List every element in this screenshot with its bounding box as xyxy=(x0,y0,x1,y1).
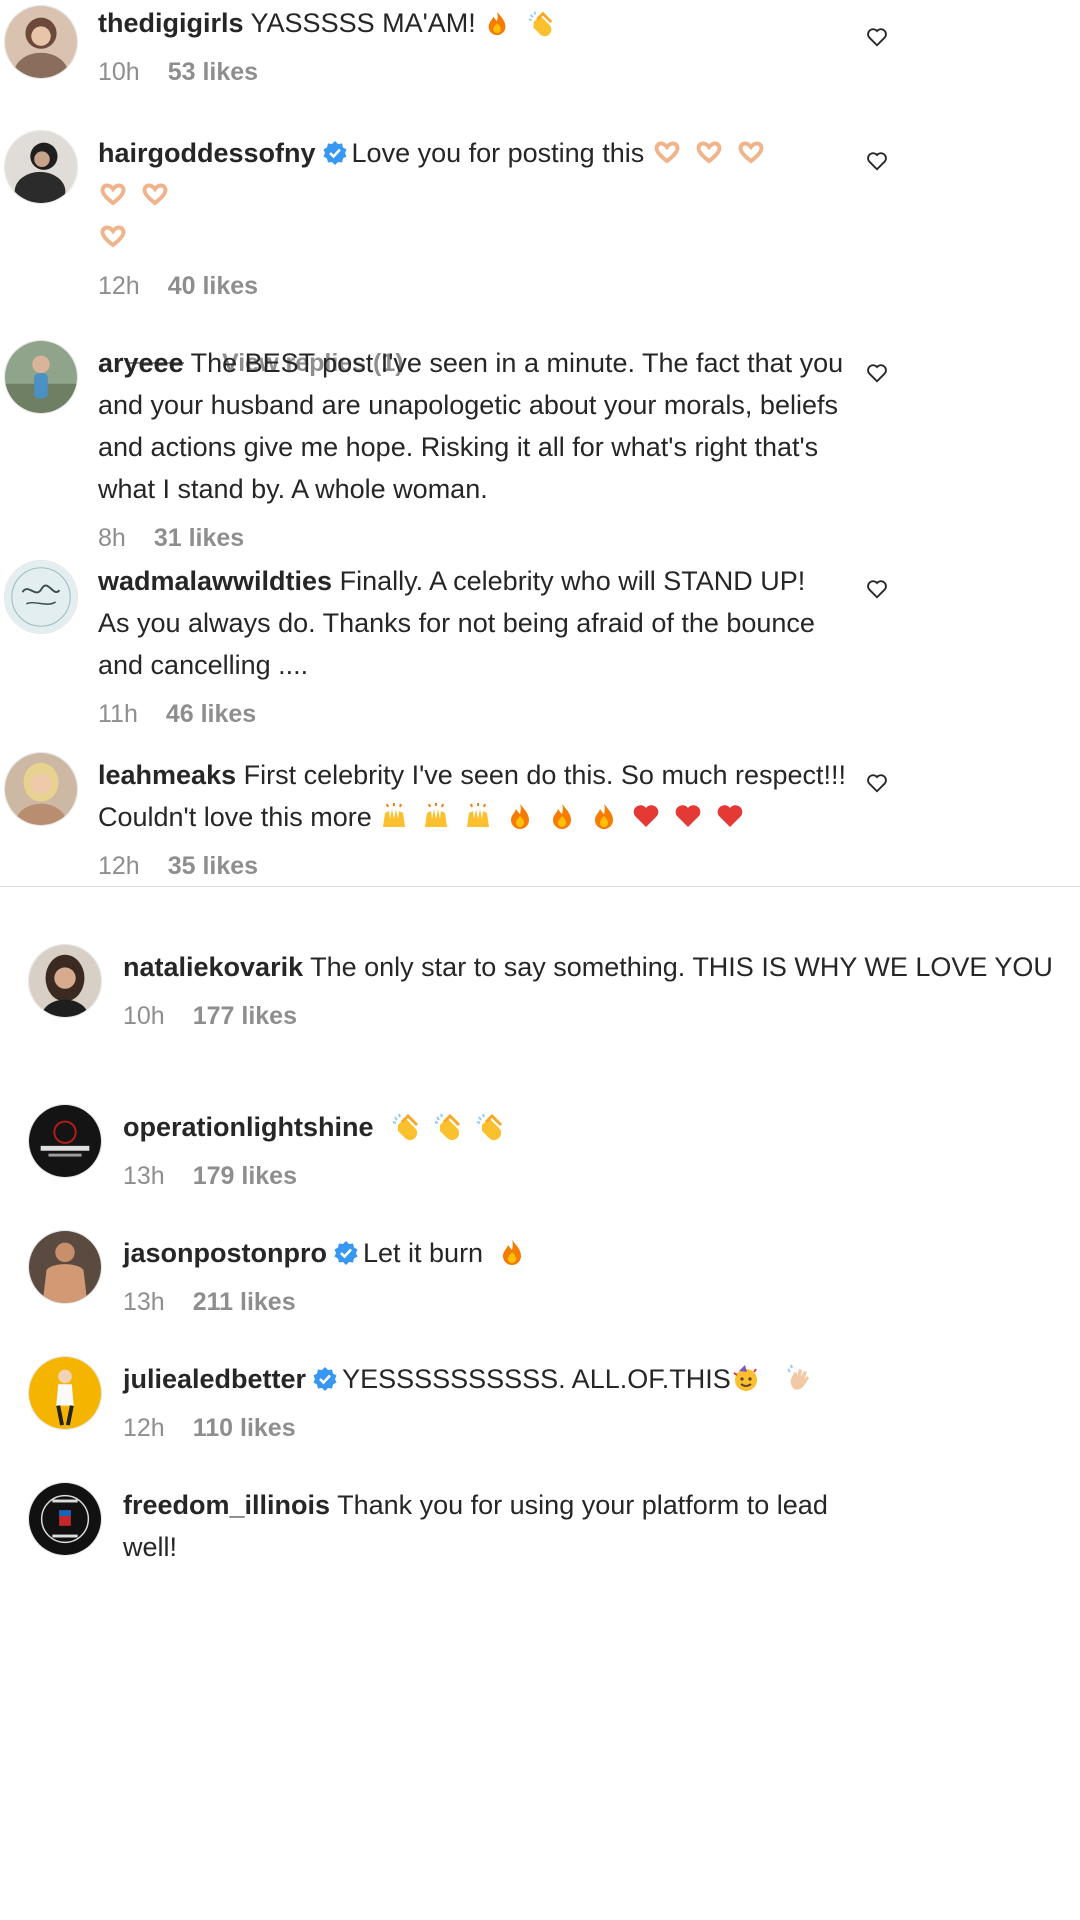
comment-time: 10h xyxy=(98,58,140,86)
clap-icon xyxy=(527,7,555,37)
avatar[interactable] xyxy=(4,340,78,414)
red-heart-icon xyxy=(631,801,661,831)
section-divider xyxy=(0,886,1080,887)
username[interactable]: leahmeaks xyxy=(98,760,236,790)
like-heart-icon[interactable] xyxy=(866,150,888,172)
avatar[interactable] xyxy=(4,752,78,826)
comment-time: 12h xyxy=(98,852,140,880)
fire-icon xyxy=(497,1237,527,1267)
likes-count[interactable]: 110 likes xyxy=(193,1414,296,1442)
comment-text: The only star to say something. THIS IS … xyxy=(310,952,1053,982)
raised-hands-icon xyxy=(463,801,493,831)
avatar[interactable] xyxy=(4,130,78,204)
comment-text: Love you for posting this xyxy=(351,138,645,168)
heart-hands-icon xyxy=(140,179,170,209)
raised-hands-icon xyxy=(421,801,451,831)
heart-hands-icon xyxy=(652,137,682,167)
comment-text: YASSSSS MA'AM! xyxy=(250,8,476,38)
username[interactable]: nataliekovarik xyxy=(123,952,303,982)
comment-text: The BEST post I've seen in a minute. The… xyxy=(98,348,844,504)
avatar[interactable] xyxy=(28,1230,102,1304)
heart-hands-icon xyxy=(694,137,724,167)
heart-hands-icon xyxy=(98,179,128,209)
comment-text: Let it burn xyxy=(363,1238,484,1268)
avatar[interactable] xyxy=(28,1356,102,1430)
fire-icon xyxy=(483,7,511,36)
username[interactable]: wadmalawwildties xyxy=(98,566,332,596)
avatar[interactable] xyxy=(4,560,78,634)
like-heart-icon[interactable] xyxy=(866,362,888,384)
likes-count[interactable]: 177 likes xyxy=(193,1002,297,1030)
verified-badge-icon xyxy=(312,1362,338,1391)
fire-icon xyxy=(589,801,619,831)
avatar[interactable] xyxy=(28,944,102,1018)
comment-time: 11h xyxy=(98,700,138,728)
like-heart-icon[interactable] xyxy=(866,26,888,48)
comment-time: 10h xyxy=(123,1002,165,1030)
heart-hands-icon xyxy=(98,221,128,251)
likes-count[interactable]: 53 likes xyxy=(168,58,258,86)
clap-icon xyxy=(391,1111,421,1141)
verified-badge-icon xyxy=(322,136,348,165)
comment-time: 13h xyxy=(123,1288,165,1316)
comment-text: YESSSSSSSSSS. ALL.OF.THIS xyxy=(342,1364,731,1394)
party-face-icon xyxy=(731,1363,761,1393)
username[interactable]: hairgoddessofny xyxy=(98,138,316,168)
likes-count[interactable]: 211 likes xyxy=(193,1288,296,1316)
likes-count[interactable]: 40 likes xyxy=(168,272,258,300)
username[interactable]: operationlightshine xyxy=(123,1112,374,1142)
username[interactable]: thedigigirls xyxy=(98,8,244,38)
username[interactable]: juliealedbetter xyxy=(123,1364,306,1394)
likes-count[interactable]: 35 likes xyxy=(168,852,258,880)
clap-icon xyxy=(475,1111,505,1141)
red-heart-icon xyxy=(673,801,703,831)
avatar[interactable] xyxy=(28,1482,102,1556)
like-heart-icon[interactable] xyxy=(866,578,888,600)
likes-count[interactable]: 179 likes xyxy=(193,1162,297,1190)
comment-time: 13h xyxy=(123,1162,165,1190)
likes-count[interactable]: 31 likes xyxy=(154,524,244,552)
like-heart-icon[interactable] xyxy=(866,772,888,794)
fire-icon xyxy=(505,801,535,831)
username[interactable]: jasonpostonpro xyxy=(123,1238,327,1268)
likes-count[interactable]: 46 likes xyxy=(166,700,256,728)
raised-hands-icon xyxy=(379,801,409,831)
avatar[interactable] xyxy=(4,5,78,79)
comment-time: 12h xyxy=(98,272,140,300)
username[interactable]: aryeee xyxy=(98,348,184,378)
red-heart-icon xyxy=(715,801,745,831)
clap-icon xyxy=(433,1111,463,1141)
heart-hands-icon xyxy=(736,137,766,167)
waving-hand-icon xyxy=(785,1363,815,1393)
avatar[interactable] xyxy=(28,1104,102,1178)
comment-time: 8h xyxy=(98,524,126,552)
fire-icon xyxy=(547,801,577,831)
comment-time: 12h xyxy=(123,1414,165,1442)
verified-badge-icon xyxy=(333,1236,359,1265)
username[interactable]: freedom_illinois xyxy=(123,1490,330,1520)
